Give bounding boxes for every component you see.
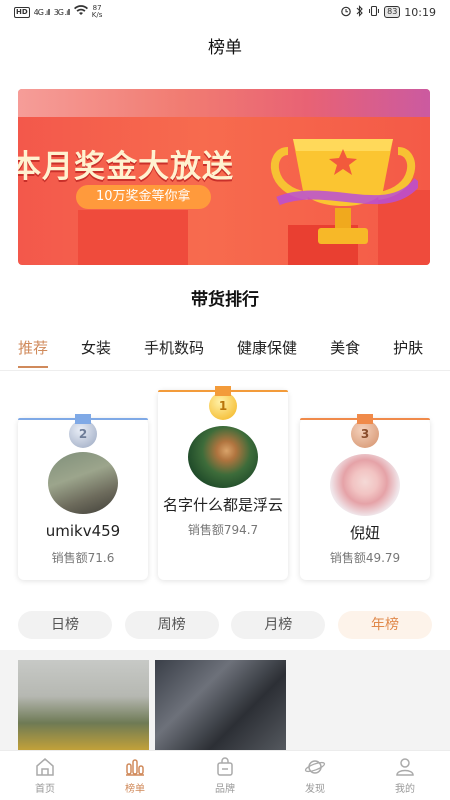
speed-unit: K/s	[91, 11, 103, 19]
network-speed: 87 K/s	[92, 5, 103, 19]
avatar[interactable]	[48, 452, 118, 514]
tab-womens-clothing[interactable]: 女装	[81, 336, 111, 370]
bottom-nav: 首页 榜单 品牌 发现 我的	[0, 750, 450, 800]
rank-card-2[interactable]: 2 umikv459 销售额71.6	[18, 414, 148, 580]
nav-discover[interactable]: 发现	[270, 751, 360, 800]
planet-icon	[304, 760, 326, 774]
seller-name: 名字什么都是浮云	[162, 496, 283, 514]
tab-food[interactable]: 美食	[330, 336, 360, 370]
section-title: 带货排行	[191, 290, 259, 310]
nav-brand[interactable]: 品牌	[180, 751, 270, 800]
nav-label: 品牌	[215, 784, 235, 795]
seller-name: umikv459	[45, 522, 121, 540]
avatar[interactable]	[330, 454, 400, 516]
signal-icon-2: 3G .ıll	[53, 7, 71, 17]
product-thumbnail[interactable]	[18, 660, 149, 750]
banner-decoration	[78, 210, 188, 265]
category-tabs: 推荐 女装 手机数码 健康保健 美食 护肤	[18, 336, 450, 370]
alarm-icon	[340, 5, 352, 20]
tab-monthly[interactable]: 月榜	[231, 611, 326, 639]
tab-weekly[interactable]: 周榜	[124, 611, 219, 639]
seller-sales: 销售额71.6	[51, 551, 115, 565]
ranking-icon	[126, 759, 144, 776]
tab-yearly[interactable]: 年榜	[337, 611, 432, 639]
banner-title: 本月奖金大放送	[18, 149, 234, 185]
vibrate-icon	[368, 5, 380, 20]
bluetooth-icon	[356, 4, 364, 20]
trophy-icon	[271, 139, 418, 244]
home-icon	[36, 758, 54, 776]
nav-home[interactable]: 首页	[0, 751, 90, 800]
avatar[interactable]	[188, 426, 258, 488]
hd-badge: HD	[14, 6, 30, 18]
tab-recommend[interactable]: 推荐	[18, 336, 49, 370]
nav-label: 榜单	[125, 784, 145, 795]
seller-name: 倪妞	[349, 524, 380, 542]
tab-skincare[interactable]: 护肤	[393, 336, 423, 370]
promo-banner[interactable]: 本月奖金大放送 10万奖金等你拿	[18, 89, 430, 265]
gold-medal-icon: 1	[209, 386, 237, 420]
nav-label: 我的	[395, 784, 415, 795]
status-bar: HD 4G .ıll 3G .ıll 87 K/s 83 10:19	[0, 0, 450, 24]
nav-profile[interactable]: 我的	[360, 751, 450, 800]
product-thumbnail[interactable]	[155, 660, 286, 750]
silver-medal-icon: 2	[69, 414, 97, 448]
divider	[0, 370, 450, 371]
bronze-medal-icon: 3	[351, 414, 379, 448]
seller-sales: 销售额49.79	[329, 551, 401, 565]
tab-health[interactable]: 健康保健	[237, 336, 297, 370]
tab-daily[interactable]: 日榜	[18, 611, 112, 639]
page-title: 榜单	[208, 38, 242, 58]
bag-icon	[217, 757, 233, 776]
nav-ranking[interactable]: 榜单	[90, 751, 180, 800]
rank-card-1[interactable]: 1 名字什么都是浮云 销售额794.7	[158, 386, 288, 580]
seller-sales: 销售额794.7	[187, 523, 259, 537]
clock: 10:19	[404, 5, 436, 19]
tab-digital[interactable]: 手机数码	[144, 336, 204, 370]
nav-label: 首页	[35, 784, 55, 795]
period-tabs: 日榜 周榜 月榜 年榜	[18, 611, 432, 639]
wifi-icon	[73, 5, 88, 19]
status-left: HD 4G .ıll 3G .ıll 87 K/s	[14, 5, 102, 19]
banner-subtitle: 10万奖金等你拿	[76, 185, 211, 209]
signal-icon: 4G .ıll	[33, 7, 51, 17]
battery-icon: 83	[384, 6, 401, 18]
user-icon	[396, 758, 414, 776]
nav-label: 发现	[305, 784, 325, 795]
rank-card-3[interactable]: 3 倪妞 销售额49.79	[300, 414, 430, 580]
status-right: 83 10:19	[340, 4, 436, 20]
